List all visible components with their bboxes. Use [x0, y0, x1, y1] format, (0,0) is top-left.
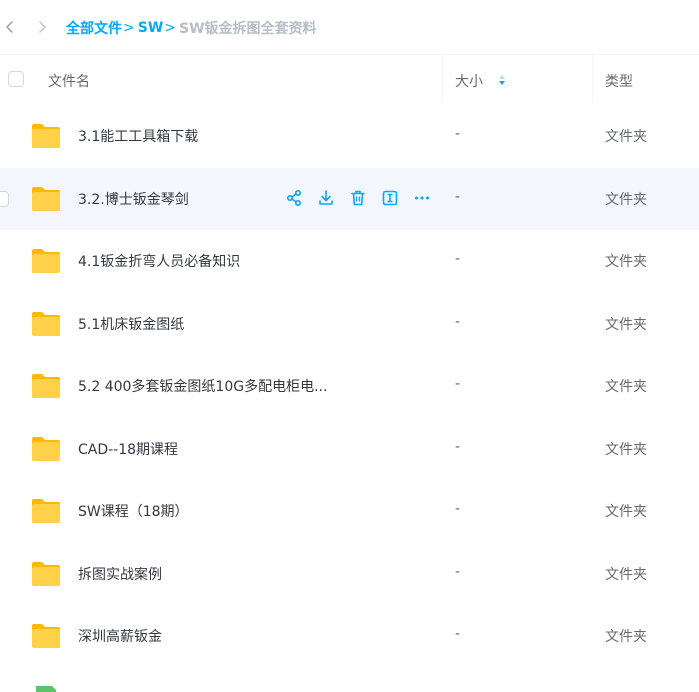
table-row-5[interactable]: 5.2 400多套钣金图纸10G多配电柜电... - 文件夹	[0, 355, 699, 417]
file-list-header: 文件名 大小 类型	[0, 54, 699, 104]
file-size: -	[455, 376, 461, 392]
folder-icon	[32, 249, 60, 273]
breadcrumb-bar: 全部文件 > SW > SW钣金拆图全套资料	[0, 0, 699, 54]
row-checkbox[interactable]	[0, 190, 9, 207]
file-name[interactable]: 深圳高薪钣金	[78, 626, 162, 646]
table-row-1[interactable]: 3.1能工工具箱下载 - 文件夹	[0, 105, 699, 167]
file-type: 文件夹	[605, 441, 647, 458]
folder-icon	[32, 374, 60, 398]
download-icon[interactable]	[316, 188, 336, 208]
more-icon[interactable]	[412, 188, 432, 208]
file-type: 文件夹	[605, 254, 647, 270]
column-divider	[442, 55, 443, 103]
file-name[interactable]: 5.2 400多套钣金图纸10G多配电柜电...	[78, 376, 327, 396]
folder-icon	[32, 561, 60, 586]
file-size: -	[455, 126, 461, 142]
file-name[interactable]: 拆图实战案例	[78, 564, 162, 584]
file-name[interactable]: 5.1机床钣金图纸	[78, 314, 184, 334]
folder-icon	[32, 624, 60, 648]
file-type: 文件夹	[605, 316, 647, 333]
file-name[interactable]: 3.1能工工具箱下载	[78, 126, 198, 146]
folder-icon	[32, 311, 60, 336]
table-row-6[interactable]: CAD--18期课程 - 文件夹	[0, 418, 699, 480]
table-row-4[interactable]: 5.1机床钣金图纸 - 文件夹	[0, 293, 699, 355]
breadcrumb-separator: >	[123, 20, 135, 36]
table-row-8[interactable]: 拆图实战案例 - 文件夹	[0, 543, 699, 605]
file-size: -	[455, 188, 461, 205]
file-size: -	[455, 563, 461, 580]
column-divider	[592, 55, 593, 103]
table-row-2[interactable]: 3.2.博士钣金琴剑 - 文件夹	[0, 167, 699, 230]
file-size: -	[455, 251, 461, 267]
file-name[interactable]: CAD--18期课程	[78, 439, 178, 459]
file-size: -	[455, 438, 461, 455]
back-arrow-icon[interactable]	[0, 17, 20, 37]
file-type: 文件夹	[605, 379, 647, 395]
table-row-3[interactable]: 4.1钣金折弯人员必备知识 - 文件夹	[0, 230, 699, 292]
column-header-type[interactable]: 类型	[605, 71, 633, 91]
breadcrumb-separator: >	[164, 20, 176, 36]
share-icon[interactable]	[284, 188, 304, 208]
folder-icon	[32, 436, 60, 461]
file-type: 文件夹	[605, 566, 647, 583]
forward-arrow-icon[interactable]	[32, 17, 52, 37]
breadcrumb-current: SW钣金拆图全套资料	[179, 21, 317, 37]
file-name[interactable]: SW课程（18期）	[78, 501, 189, 521]
folder-icon	[32, 124, 60, 148]
sort-icon[interactable]	[497, 73, 507, 87]
file-size: -	[455, 313, 461, 330]
select-all-checkbox[interactable]	[8, 71, 24, 87]
file-type: 文件夹	[605, 629, 647, 645]
folder-icon	[32, 186, 60, 211]
table-row-7[interactable]: SW课程（18期） - 文件夹	[0, 480, 699, 542]
file-size: -	[455, 501, 461, 517]
folder-icon	[32, 499, 60, 523]
table-row-9[interactable]: 深圳高薪钣金 - 文件夹	[0, 605, 699, 667]
row-actions	[284, 188, 432, 208]
delete-icon[interactable]	[348, 188, 368, 208]
file-size: -	[455, 626, 461, 642]
column-header-size[interactable]: 大小	[455, 71, 483, 91]
rename-icon[interactable]	[380, 188, 400, 208]
breadcrumb-all-files[interactable]: 全部文件	[66, 18, 122, 38]
breadcrumb-sw[interactable]: SW	[138, 20, 164, 36]
file-name[interactable]: 4.1钣金折弯人员必备知识	[78, 251, 240, 271]
file-type: 文件夹	[605, 129, 647, 145]
column-header-name[interactable]: 文件名	[48, 71, 90, 91]
file-icon-partial	[36, 686, 56, 692]
file-type: 文件夹	[605, 504, 647, 520]
file-name[interactable]: 3.2.博士钣金琴剑	[78, 189, 189, 209]
breadcrumb: 全部文件 > SW > SW钣金拆图全套资料	[66, 17, 317, 39]
file-type: 文件夹	[605, 191, 647, 208]
